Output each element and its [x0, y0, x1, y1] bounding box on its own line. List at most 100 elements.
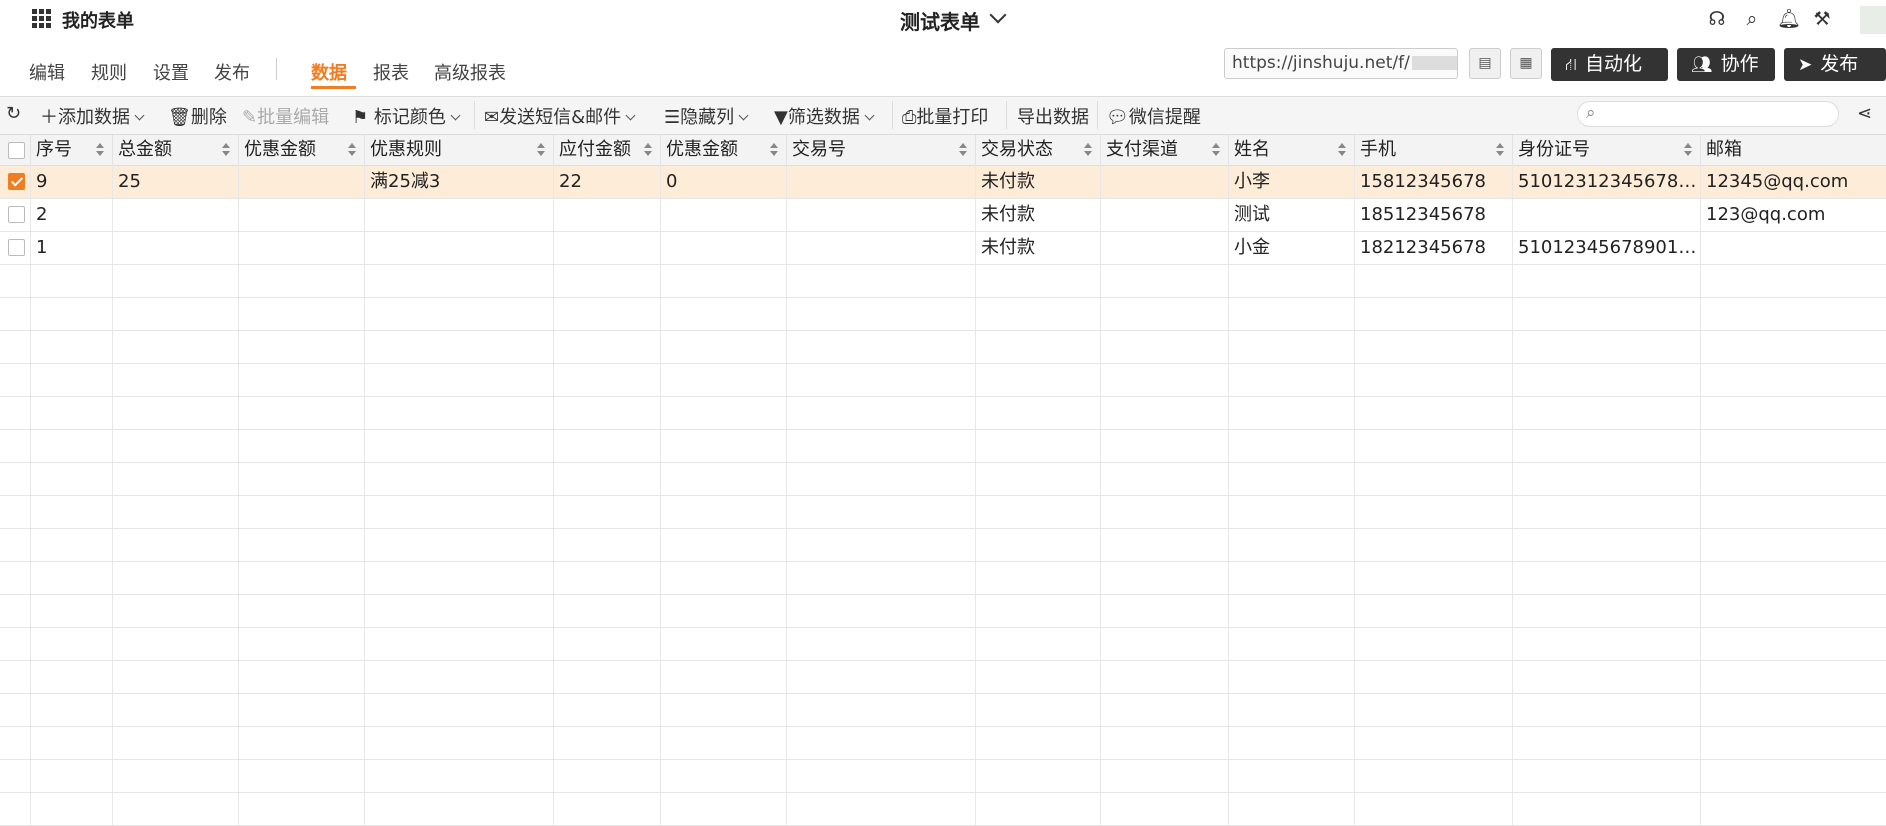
wechat-remind-button[interactable]: 💬︎微信提醒 [1106, 103, 1201, 129]
sort-icon[interactable] [96, 143, 104, 157]
sort-icon[interactable] [1084, 143, 1092, 157]
table-cell[interactable] [1700, 232, 1886, 264]
sort-icon[interactable] [1684, 143, 1692, 157]
table-cell[interactable] [660, 199, 786, 231]
table-cell[interactable] [364, 232, 553, 264]
table-cell[interactable] [1100, 232, 1228, 264]
tab-advanced-report[interactable]: 高级报表 [434, 59, 506, 85]
table-cell[interactable]: 15812345678 [1354, 166, 1512, 198]
export-data-button[interactable]: 导出数据 [1017, 103, 1089, 129]
column-header[interactable]: 交易号 [786, 135, 975, 167]
column-header[interactable]: 支付渠道 [1100, 135, 1228, 167]
table-cell[interactable] [660, 232, 786, 264]
column-header[interactable]: 应付金额 [553, 135, 660, 167]
table-cell[interactable]: 小李 [1228, 166, 1354, 198]
table-cell[interactable] [238, 166, 364, 198]
row-checkbox[interactable] [8, 173, 25, 190]
table-row[interactable]: 1 未付款 小金 18212345678 5101234567890123... [0, 232, 1886, 265]
sort-icon[interactable] [222, 143, 230, 157]
table-cell[interactable]: 小金 [1228, 232, 1354, 264]
table-cell[interactable]: 5101234567890123... [1512, 232, 1700, 264]
sort-icon[interactable] [1338, 143, 1346, 157]
avatar[interactable] [1860, 6, 1886, 34]
table-cell[interactable] [786, 232, 975, 264]
table-cell[interactable] [1100, 199, 1228, 231]
table-cell[interactable]: 5101231234567890... [1512, 166, 1700, 198]
table-cell[interactable]: 测试 [1228, 199, 1354, 231]
table-row[interactable]: 9 25 满25减3 22 0 未付款 小李 15812345678 5101231234567… [0, 166, 1886, 199]
headset-icon[interactable]: ☊ [1706, 8, 1728, 30]
table-cell[interactable] [553, 199, 660, 231]
table-cell[interactable] [1512, 199, 1700, 231]
tab-publish[interactable]: 发布 [214, 59, 250, 85]
table-cell[interactable]: 未付款 [975, 232, 1100, 264]
column-header[interactable]: 邮箱 [1700, 135, 1886, 167]
column-header[interactable]: 优惠金额 [238, 135, 364, 167]
sort-icon[interactable] [770, 143, 778, 157]
share-icon[interactable]: ⋖ [1857, 103, 1872, 124]
tab-data[interactable]: 数据 [311, 59, 347, 85]
add-data-button[interactable]: ＋添加数据 [40, 103, 145, 129]
apps-grid-icon[interactable] [32, 9, 51, 28]
table-cell[interactable] [786, 199, 975, 231]
table-cell[interactable]: 18212345678 [1354, 232, 1512, 264]
sort-icon[interactable] [644, 143, 652, 157]
table-cell[interactable]: 满25减3 [364, 166, 553, 198]
sort-icon[interactable] [537, 143, 545, 157]
table-cell[interactable]: 9 [30, 166, 112, 198]
tab-rules[interactable]: 规则 [91, 59, 127, 85]
table-cell[interactable]: 未付款 [975, 166, 1100, 198]
table-row[interactable]: 2 未付款 测试 18512345678 123@qq.com [0, 199, 1886, 232]
search-icon[interactable]: ⌕ [1741, 8, 1763, 30]
mark-color-button[interactable]: ⚑ 标记颜色 [352, 103, 461, 129]
table-cell[interactable]: 0 [660, 166, 786, 198]
collaborate-button[interactable]: 👥︎ 协作 [1677, 48, 1775, 81]
table-cell[interactable] [553, 232, 660, 264]
send-sms-email-button[interactable]: ✉发送短信&邮件 [484, 103, 636, 129]
tab-settings[interactable]: 设置 [153, 59, 189, 85]
table-cell[interactable]: 25 [112, 166, 238, 198]
column-header[interactable]: 优惠金额 [660, 135, 786, 167]
table-cell[interactable] [112, 232, 238, 264]
form-url-field[interactable]: https://jinshuju.net/f/ [1224, 48, 1458, 79]
table-cell[interactable]: 12345@qq.com [1700, 166, 1886, 198]
sort-icon[interactable] [1212, 143, 1220, 157]
delete-button[interactable]: 🗑︎删除 [168, 103, 227, 129]
publish-button[interactable]: ➤ 发布 [1784, 48, 1886, 81]
column-header[interactable]: 手机 [1354, 135, 1512, 167]
column-header[interactable]: 身份证号 [1512, 135, 1700, 167]
bell-icon[interactable]: 🔔︎ [1777, 8, 1801, 30]
tab-report[interactable]: 报表 [373, 59, 409, 85]
batch-edit-button[interactable]: ✎批量编辑 [242, 103, 329, 129]
row-checkbox[interactable] [8, 206, 25, 223]
search-input[interactable]: ⌕ [1577, 101, 1839, 127]
column-header[interactable]: 总金额 [112, 135, 238, 167]
table-cell[interactable] [786, 166, 975, 198]
column-header[interactable]: 姓名 [1228, 135, 1354, 167]
refresh-icon[interactable]: ↻ [6, 103, 21, 124]
table-cell[interactable]: 18512345678 [1354, 199, 1512, 231]
batch-print-button[interactable]: ⎙批量打印 [902, 103, 988, 129]
table-cell[interactable] [1100, 166, 1228, 198]
table-cell[interactable]: 22 [553, 166, 660, 198]
qrcode-icon[interactable]: ▦ [1510, 48, 1542, 79]
chevron-down-icon[interactable] [989, 6, 1007, 24]
tab-edit[interactable]: 编辑 [29, 59, 65, 85]
automation-button[interactable]: ⛙ 自动化 [1551, 48, 1668, 81]
table-cell[interactable]: 2 [30, 199, 112, 231]
table-cell[interactable]: 123@qq.com [1700, 199, 1886, 231]
table-cell[interactable]: 1 [30, 232, 112, 264]
select-all-checkbox[interactable] [8, 142, 25, 159]
hide-columns-button[interactable]: ☰隐藏列 [664, 103, 749, 129]
sort-icon[interactable] [348, 143, 356, 157]
table-cell[interactable] [238, 232, 364, 264]
table-cell[interactable] [112, 199, 238, 231]
column-header[interactable]: 交易状态 [975, 135, 1100, 167]
form-title[interactable]: 测试表单 [900, 6, 980, 35]
filter-data-button[interactable]: ▼筛选数据 [774, 103, 875, 129]
table-cell[interactable] [364, 199, 553, 231]
my-forms-link[interactable]: 我的表单 [62, 7, 134, 33]
column-header[interactable]: 序号 [30, 135, 112, 167]
column-header[interactable]: 优惠规则 [364, 135, 553, 167]
sort-icon[interactable] [959, 143, 967, 157]
